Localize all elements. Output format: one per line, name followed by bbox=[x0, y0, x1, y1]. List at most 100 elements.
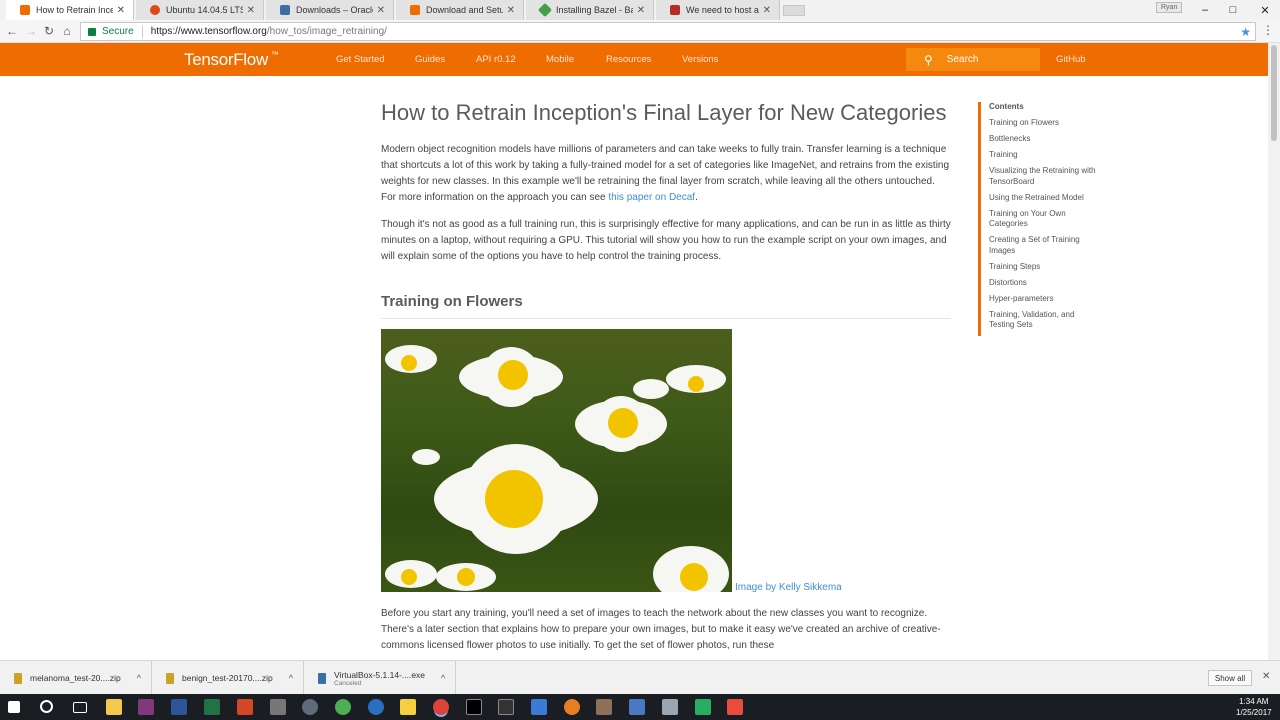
nav-api[interactable]: API r0.12 bbox=[476, 54, 516, 65]
scrollbar-thumb[interactable] bbox=[1271, 45, 1277, 141]
file-explorer-icon[interactable] bbox=[106, 699, 122, 715]
close-downloads-icon[interactable]: ✕ bbox=[1262, 671, 1270, 682]
chrome-menu-icon[interactable]: ⋮ bbox=[1262, 23, 1274, 37]
toc-item[interactable]: Training on Flowers bbox=[989, 118, 1098, 129]
excel-icon[interactable] bbox=[204, 699, 220, 715]
tab-installing-bazel[interactable]: Installing Bazel - Bazel ✕ bbox=[526, 0, 654, 20]
tab-title: Ubuntu 14.04.5 LTS (Trus bbox=[166, 5, 243, 15]
tensorflow-logo[interactable]: TensorFlow ™ bbox=[184, 50, 279, 70]
profile-button[interactable]: Ryan bbox=[1156, 2, 1183, 13]
table-of-contents: Contents Training on Flowers Bottlenecks… bbox=[978, 102, 1098, 336]
address-bar[interactable]: Secure https://www.tensorflow.org/how_to… bbox=[80, 22, 1256, 41]
app-icon[interactable] bbox=[531, 699, 547, 715]
nav-get-started[interactable]: Get Started bbox=[336, 54, 385, 65]
tab-title: Installing Bazel - Bazel bbox=[556, 5, 633, 15]
close-tab-icon[interactable]: ✕ bbox=[377, 5, 385, 16]
close-tab-icon[interactable]: ✕ bbox=[117, 5, 125, 16]
toc-item[interactable]: Training on Your Own Categories bbox=[989, 209, 1098, 230]
app-icon[interactable] bbox=[368, 699, 384, 715]
page-scrollbar[interactable] bbox=[1268, 43, 1280, 660]
word-icon[interactable] bbox=[171, 699, 187, 715]
new-tab-button[interactable] bbox=[783, 5, 805, 16]
powerpoint-icon[interactable] bbox=[237, 699, 253, 715]
bazel-favicon-icon bbox=[537, 2, 553, 18]
app-icon[interactable] bbox=[695, 699, 711, 715]
windows-start-icon[interactable] bbox=[8, 701, 20, 713]
second-paragraph: Though it's not as good as a full traini… bbox=[381, 219, 951, 262]
onenote-icon[interactable] bbox=[138, 699, 154, 715]
system-clock[interactable]: 1:34 AM 1/25/2017 bbox=[1236, 696, 1272, 718]
calculator-icon[interactable] bbox=[270, 699, 286, 715]
reload-icon[interactable]: ↻ bbox=[42, 24, 56, 38]
home-icon[interactable]: ⌂ bbox=[60, 24, 74, 38]
minimize-icon[interactable]: – bbox=[1190, 0, 1220, 20]
tab-virtualbox-downloads[interactable]: Downloads – Oracle VM ✕ bbox=[266, 0, 394, 20]
close-tab-icon[interactable]: ✕ bbox=[637, 5, 645, 16]
site-search-input[interactable]: ⚲ Search bbox=[906, 48, 1040, 71]
app-icon[interactable] bbox=[335, 699, 351, 715]
decaf-paper-link[interactable]: this paper on Decaf bbox=[608, 192, 695, 203]
nav-guides[interactable]: Guides bbox=[415, 54, 445, 65]
virtualbox-favicon-icon bbox=[280, 5, 290, 15]
app-icon[interactable] bbox=[498, 699, 514, 715]
toc-item[interactable]: Visualizing the Retraining with TensorBo… bbox=[989, 166, 1098, 187]
show-all-button[interactable]: Show all bbox=[1208, 670, 1252, 686]
toc-item[interactable]: Distortions bbox=[989, 278, 1098, 289]
forward-arrow-icon[interactable]: → bbox=[24, 24, 38, 38]
tab-title: Download and Setup | bbox=[426, 5, 503, 15]
cortana-icon[interactable] bbox=[40, 700, 53, 713]
download-filename: benign_test-20170....zip bbox=[182, 673, 273, 683]
image-credit-link[interactable]: Image by Kelly Sikkema bbox=[735, 582, 842, 593]
search-icon: ⚲ bbox=[924, 52, 933, 67]
tab-ubuntu[interactable]: Ubuntu 14.04.5 LTS (Trus ✕ bbox=[136, 0, 264, 20]
toc-item[interactable]: Training bbox=[989, 150, 1098, 161]
browser-toolbar: ← → ↻ ⌂ Secure https://www.tensorflow.or… bbox=[0, 20, 1280, 43]
chevron-up-icon[interactable]: ^ bbox=[289, 673, 293, 683]
back-arrow-icon[interactable]: ← bbox=[5, 24, 19, 38]
task-view-icon[interactable] bbox=[73, 702, 87, 713]
site-header: TensorFlow ™ Get Started Guides API r0.12… bbox=[0, 43, 1268, 76]
app-icon[interactable] bbox=[662, 699, 678, 715]
toc-item[interactable]: Training Steps bbox=[989, 262, 1098, 273]
maximize-icon[interactable]: □ bbox=[1218, 0, 1248, 20]
toc-item[interactable]: Hyper-parameters bbox=[989, 294, 1098, 305]
tab-retrain-inception[interactable]: How to Retrain Inceptio ✕ bbox=[6, 0, 134, 20]
nav-github[interactable]: GitHub bbox=[1056, 54, 1086, 65]
tab-quora-host[interactable]: We need to host an 8GB ✕ bbox=[656, 0, 780, 20]
close-tab-icon[interactable]: ✕ bbox=[247, 5, 255, 16]
download-item[interactable]: melanoma_test-20....zip ^ bbox=[0, 661, 152, 695]
chrome-icon[interactable] bbox=[433, 699, 449, 715]
app-icon[interactable] bbox=[302, 699, 318, 715]
toc-item[interactable]: Using the Retrained Model bbox=[989, 193, 1098, 204]
download-item[interactable]: benign_test-20170....zip ^ bbox=[152, 661, 304, 695]
url-host: https://www.tensorflow.org bbox=[150, 26, 267, 37]
tensorflow-favicon-icon bbox=[20, 5, 30, 15]
url-text: https://www.tensorflow.org/how_tos/image… bbox=[151, 26, 387, 37]
bookmark-star-icon[interactable]: ★ bbox=[1240, 25, 1251, 39]
chevron-up-icon[interactable]: ^ bbox=[137, 673, 141, 683]
virtualbox-icon[interactable] bbox=[629, 699, 645, 715]
tab-title: How to Retrain Inceptio bbox=[36, 5, 113, 15]
window-close-icon[interactable]: ✕ bbox=[1250, 0, 1280, 20]
security-label: Secure bbox=[102, 26, 134, 37]
toc-item[interactable]: Creating a Set of Training Images bbox=[989, 235, 1098, 256]
close-tab-icon[interactable]: ✕ bbox=[507, 5, 515, 16]
sticky-notes-icon[interactable] bbox=[400, 699, 416, 715]
nav-mobile[interactable]: Mobile bbox=[546, 54, 574, 65]
daisy-photo-graphic bbox=[385, 345, 729, 592]
app-icon[interactable] bbox=[596, 699, 612, 715]
chevron-up-icon[interactable]: ^ bbox=[441, 673, 445, 683]
tab-download-setup[interactable]: Download and Setup | ✕ bbox=[396, 0, 524, 20]
toc-item[interactable]: Training, Validation, and Testing Sets bbox=[989, 310, 1098, 331]
download-item[interactable]: VirtualBox-5.1.14-....exe Canceled ^ bbox=[304, 661, 456, 695]
nav-versions[interactable]: Versions bbox=[682, 54, 718, 65]
nav-resources[interactable]: Resources bbox=[606, 54, 651, 65]
app-icon[interactable] bbox=[564, 699, 580, 715]
download-filename: melanoma_test-20....zip bbox=[30, 673, 121, 683]
app-icon[interactable] bbox=[727, 699, 743, 715]
terminal-icon[interactable] bbox=[466, 699, 482, 715]
toc-item[interactable]: Bottlenecks bbox=[989, 134, 1098, 145]
zip-file-icon bbox=[166, 672, 174, 684]
close-tab-icon[interactable]: ✕ bbox=[763, 5, 771, 16]
daisy-photo bbox=[381, 329, 732, 592]
